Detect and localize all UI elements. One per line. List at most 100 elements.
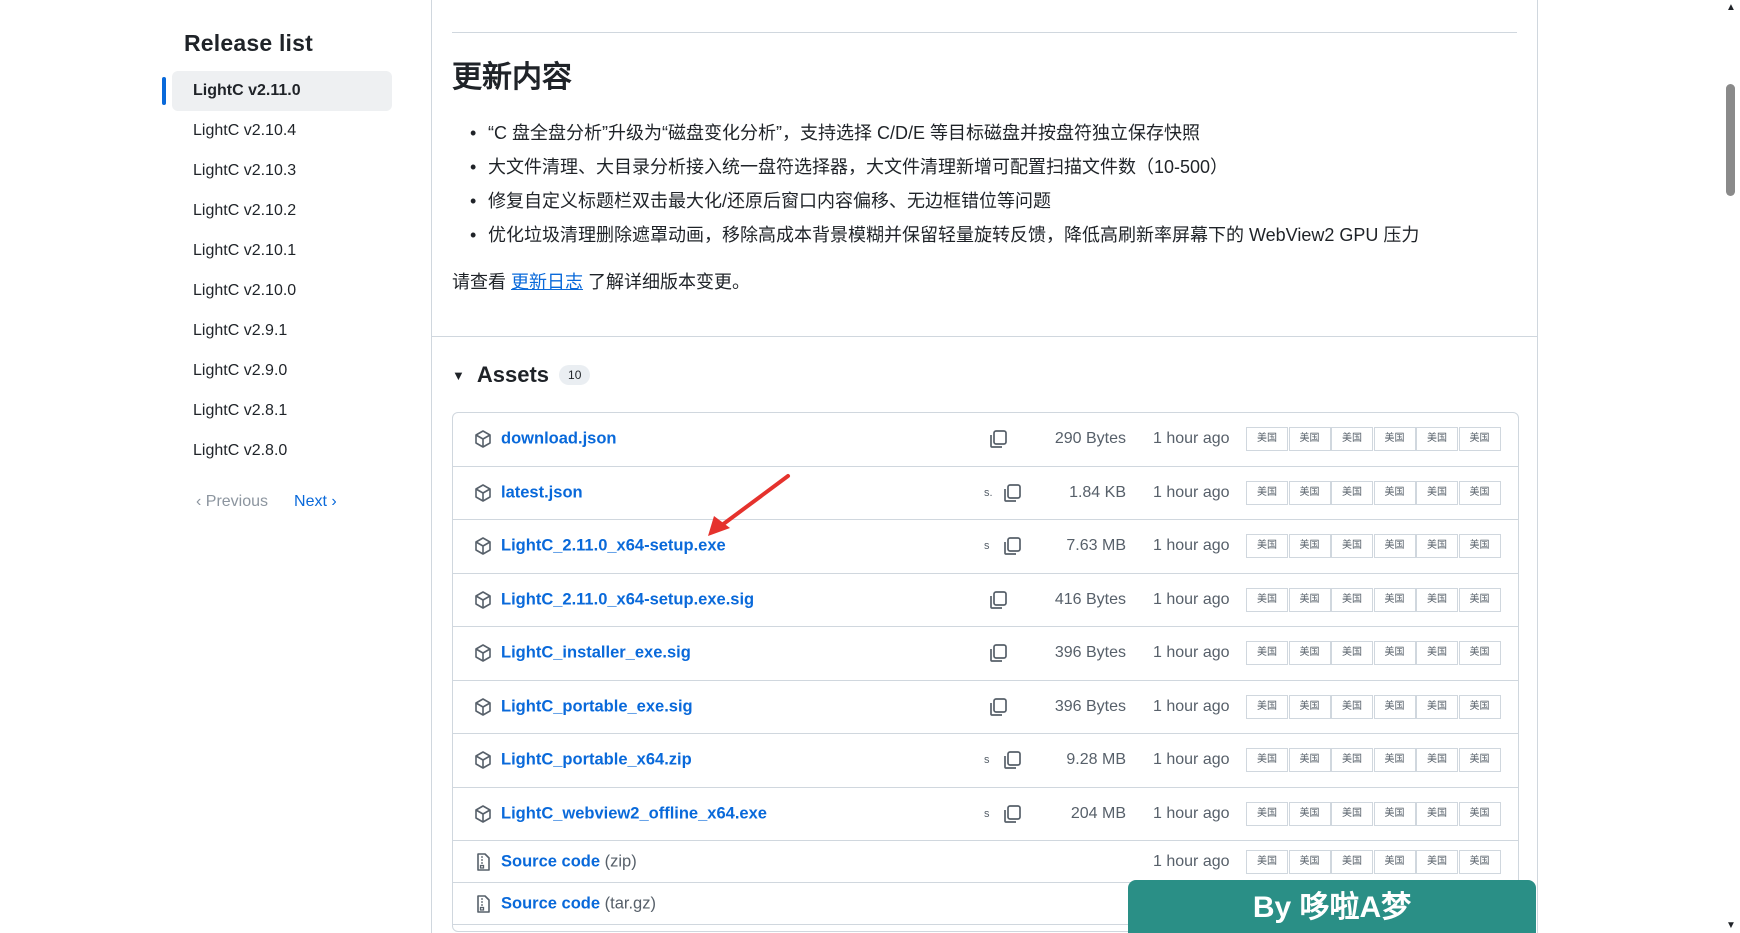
divider: [452, 32, 1517, 33]
region-flag: 美国: [1331, 534, 1373, 559]
asset-size: 396 Bytes: [1054, 644, 1126, 662]
region-flag: 美国: [1373, 748, 1416, 773]
file-zip-icon: [473, 852, 493, 872]
changelog-link[interactable]: 更新日志: [511, 272, 583, 292]
region-flag: 美国: [1458, 748, 1501, 773]
region-flag: 美国: [1331, 849, 1373, 874]
region-flag: 美国: [1373, 534, 1416, 559]
asset-link[interactable]: Source code (tar.gz): [501, 894, 656, 913]
asset-link[interactable]: LightC_2.11.0_x64-setup.exe: [501, 537, 726, 556]
asset-time: 1 hour ago: [1153, 537, 1230, 555]
asset-time: 1 hour ago: [1153, 590, 1230, 608]
previous-button: ‹ Previous: [196, 493, 269, 510]
asset-name: Source code: [501, 852, 601, 870]
region-flag: 美国: [1458, 849, 1501, 874]
assets-list: download.json 290 Bytes 1 hour ago 美国 美国 美国 美国…: [452, 412, 1519, 932]
asset-link[interactable]: LightC_installer_exe.sig: [501, 644, 691, 663]
package-icon: [473, 429, 493, 449]
release-item-v2-10-4[interactable]: LightC v2.10.4: [172, 111, 392, 151]
region-flag: 美国: [1458, 534, 1501, 559]
scroll-down-icon[interactable]: ▼: [1726, 920, 1736, 931]
asset-name: download.json: [501, 429, 617, 448]
asset-row: LightC_installer_exe.sig 396 Bytes 1 hour …: [453, 627, 1518, 681]
asset-size: 396 Bytes: [1054, 697, 1126, 715]
s-marker: s: [984, 540, 990, 553]
region-flag: 美国: [1288, 748, 1331, 773]
region-flag: 美国: [1331, 748, 1373, 773]
region-flag: 美国: [1416, 641, 1458, 666]
release-item-v2-10-0[interactable]: LightC v2.10.0: [172, 271, 392, 311]
region-flag: 美国: [1416, 480, 1458, 505]
changelog-prefix: 请查看: [452, 272, 512, 292]
package-icon: [473, 483, 493, 503]
region-flag: 美国: [1458, 587, 1501, 612]
asset-link[interactable]: latest.json: [501, 483, 583, 502]
asset-link[interactable]: download.json: [501, 430, 617, 449]
region-flags: 美国 美国 美国 美国 美国 美国: [1246, 587, 1501, 612]
package-icon: [473, 804, 493, 824]
region-flag: 美国: [1288, 849, 1331, 874]
file-zip-icon: [473, 894, 493, 914]
region-flag: 美国: [1246, 480, 1288, 505]
release-notes-title: 更新内容: [452, 61, 572, 94]
scrollbar-thumb[interactable]: [1726, 84, 1735, 196]
copy-icon[interactable]: [987, 642, 1009, 664]
region-flags: 美国 美国 美国 美国 美国 美国: [1246, 641, 1501, 666]
release-item-v2-10-3[interactable]: LightC v2.10.3: [172, 151, 392, 191]
changelog-line: 请查看 更新日志 了解详细版本变更。: [452, 268, 750, 294]
region-flag: 美国: [1373, 480, 1416, 505]
release-main: 更新内容 “C 盘全盘分析”升级为“磁盘变化分析”，支持选择 C/D/E 等目标…: [431, 0, 1538, 933]
release-item-v2-8-0[interactable]: LightC v2.8.0: [172, 431, 392, 471]
copy-icon[interactable]: [987, 696, 1009, 718]
asset-row: Source code (zip) 1 hour ago 美国 美国 美国 美国 美国 美国: [453, 841, 1518, 883]
asset-time: 1 hour ago: [1153, 804, 1230, 822]
region-flag: 美国: [1246, 587, 1288, 612]
asset-link[interactable]: LightC_portable_exe.sig: [501, 697, 693, 716]
asset-row: LightC_2.11.0_x64-setup.exe.sig 416 Bytes…: [453, 574, 1518, 627]
region-flag: 美国: [1373, 694, 1416, 719]
release-note-item: 优化垃圾清理删除遮罩动画，移除高成本背景模糊并保留轻量旋转反馈，降低高刷新率屏幕…: [452, 218, 1419, 252]
assets-toggle[interactable]: ▼ Assets 10: [452, 362, 591, 388]
release-item-v2-9-1[interactable]: LightC v2.9.1: [172, 311, 392, 351]
scrollbar[interactable]: ▲ ▼: [1721, 0, 1740, 933]
asset-link[interactable]: LightC_portable_x64.zip: [501, 751, 692, 770]
release-notes-list: “C 盘全盘分析”升级为“磁盘变化分析”，支持选择 C/D/E 等目标磁盘并按盘…: [452, 116, 1419, 252]
copy-icon[interactable]: [1001, 482, 1023, 504]
asset-size: 204 MB: [1070, 804, 1126, 822]
asset-time: 1 hour ago: [1153, 751, 1230, 769]
copy-icon[interactable]: [1001, 535, 1023, 557]
copy-icon[interactable]: [1001, 803, 1023, 825]
copy-icon[interactable]: [987, 589, 1009, 611]
watermark-banner: By 哆啦A梦: [1128, 880, 1536, 933]
region-flag: 美国: [1331, 587, 1373, 612]
release-item-v2-10-2[interactable]: LightC v2.10.2: [172, 191, 392, 231]
region-flag: 美国: [1331, 480, 1373, 505]
asset-link[interactable]: LightC_2.11.0_x64-setup.exe.sig: [501, 590, 754, 609]
asset-name-suffix: (tar.gz): [600, 894, 656, 912]
release-item-v2-10-1[interactable]: LightC v2.10.1: [172, 231, 392, 271]
copy-icon[interactable]: [1001, 749, 1023, 771]
region-flag: 美国: [1373, 587, 1416, 612]
release-item-v2-9-0[interactable]: LightC v2.9.0: [172, 351, 392, 391]
asset-link[interactable]: Source code (zip): [501, 852, 637, 871]
region-flag: 美国: [1416, 748, 1458, 773]
region-flag: 美国: [1416, 694, 1458, 719]
region-flag: 美国: [1458, 641, 1501, 666]
assets-count-badge: 10: [559, 365, 591, 385]
scroll-up-icon[interactable]: ▲: [1726, 2, 1736, 13]
region-flag: 美国: [1288, 587, 1331, 612]
release-item-v2-8-1[interactable]: LightC v2.8.1: [172, 391, 392, 431]
asset-link[interactable]: LightC_webview2_offline_x64.exe: [501, 804, 767, 823]
region-flag: 美国: [1331, 641, 1373, 666]
next-button[interactable]: Next ›: [294, 493, 337, 511]
package-icon: [473, 643, 493, 663]
copy-icon[interactable]: [987, 428, 1009, 450]
assets-title: Assets: [476, 362, 550, 387]
package-icon: [473, 750, 493, 770]
s-marker: s: [984, 807, 990, 820]
s-marker: s.: [984, 486, 993, 499]
asset-name: LightC_2.11.0_x64-setup.exe.sig: [501, 590, 755, 609]
package-icon: [473, 697, 493, 717]
region-flag: 美国: [1416, 849, 1458, 874]
release-item-v2-11-0[interactable]: LightC v2.11.0: [162, 71, 392, 111]
